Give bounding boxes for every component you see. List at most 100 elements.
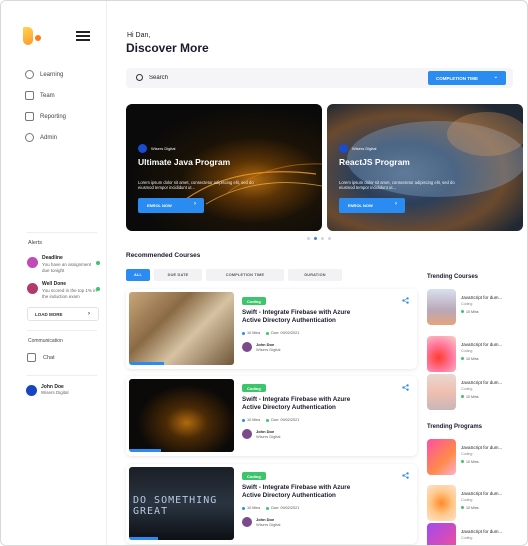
trending-duration: 10 Mins [461, 506, 479, 510]
trending-category: Coding [461, 302, 473, 306]
trending-courses-title: Trending Courses [427, 274, 479, 280]
trending-duration: 10 Mins [461, 460, 479, 464]
course-meta: 10 Mins Due: 09/02/2021 [242, 418, 299, 422]
unread-dot [96, 261, 100, 265]
trending-thumbnail [427, 289, 456, 325]
trending-category: Coding [461, 387, 473, 391]
reporting-icon [25, 112, 34, 121]
load-more-button[interactable]: LOAD MORE › [27, 307, 99, 321]
publisher-avatar [339, 144, 348, 153]
trending-title: JavaScript for dum... [461, 491, 503, 496]
duration-text: 10 Mins [466, 506, 479, 510]
search-input[interactable] [149, 72, 349, 84]
course-author: John Doe Wisers Digital [242, 517, 280, 527]
avatar [242, 517, 252, 527]
trending-thumbnail [427, 439, 456, 475]
course-title: Swift - Integrate Firebase with Azure Ac… [242, 396, 351, 411]
course-title: Swift - Integrate Firebase with Azure Ac… [242, 309, 351, 324]
duration: 10 Mins [242, 331, 260, 335]
divider [27, 330, 97, 331]
course-card[interactable]: Coding Swift - Integrate Firebase with Az… [126, 289, 417, 369]
completion-time-dropdown[interactable]: COMPLETION TIME ⌄ [428, 71, 506, 85]
sidebar-item-label: Team [40, 92, 55, 99]
enrol-label: ENROL NOW [348, 203, 373, 208]
carousel-dot[interactable] [307, 237, 310, 240]
publisher-name: Wisers Digital [352, 146, 377, 151]
due-date: Due: 09/02/2021 [266, 506, 299, 510]
due-text: Due: 09/02/2021 [271, 506, 300, 510]
trending-item[interactable]: JavaScript for dum... Coding 10 Mins [427, 374, 522, 412]
sidebar-nav: Learning Team Reporting Admin [25, 64, 66, 148]
course-card[interactable]: Coding Swift - Integrate Firebase with Az… [126, 376, 417, 456]
sidebar-item-admin[interactable]: Admin [25, 127, 66, 148]
trending-item[interactable]: JavaScript for dum... Coding 10 Mins [427, 289, 522, 327]
avatar [242, 429, 252, 439]
publisher: Wisers Digital [138, 144, 175, 153]
load-more-label: LOAD MORE [35, 311, 63, 317]
sidebar: Learning Team Reporting Admin Alerts Dea… [1, 1, 107, 545]
unread-dot [96, 287, 100, 291]
author-org: Wisers Digital [256, 522, 281, 527]
duration-text: 10 Mins [466, 357, 479, 361]
carousel-dot[interactable] [328, 237, 331, 240]
tab-due-date[interactable]: DUE DATE [154, 269, 202, 281]
trending-item[interactable]: JavaScript for dum... Coding 10 Mins [427, 485, 522, 523]
progress-bar [129, 362, 164, 365]
user-org: Wisers Digital [41, 390, 69, 395]
trending-duration: 10 Mins [461, 310, 479, 314]
carousel-dots [307, 237, 331, 240]
sidebar-item-chat[interactable]: Chat [27, 353, 55, 362]
course-card[interactable]: DO SOMETHING GREAT Coding Swift - Integrat… [126, 464, 417, 544]
tab-all[interactable]: ALL [126, 269, 150, 281]
duration-text: 10 Mins [466, 310, 479, 314]
chevron-down-icon: ⌄ [493, 74, 498, 80]
share-icon[interactable] [402, 472, 409, 479]
banner-description: Lorem ipsum dolor sit amet, consectetur … [339, 180, 455, 190]
sidebar-item-team[interactable]: Team [25, 85, 66, 106]
duration-dot [461, 460, 464, 463]
enrol-now-button[interactable]: ENROL NOW › [138, 198, 204, 213]
tab-completion-time[interactable]: COMPLETION TIME [206, 269, 284, 281]
trending-category: Coding [461, 349, 473, 353]
course-author: John Doe Wisers Digital [242, 342, 280, 352]
carousel-dot[interactable] [314, 237, 317, 240]
trending-duration: 10 Mins [461, 395, 479, 399]
communication-title: Communication [28, 338, 63, 344]
duration-dot [461, 395, 464, 398]
trending-item[interactable]: JavaScript for dum... Coding 10 Mins [427, 336, 522, 374]
greeting: Hi Dan, [127, 32, 151, 39]
sidebar-item-reporting[interactable]: Reporting [25, 106, 66, 127]
alert-item[interactable]: Well Done You scored in the top 1% in the… [27, 281, 100, 299]
chevron-right-icon: › [395, 201, 397, 207]
author-org: Wisers Digital [256, 434, 281, 439]
duration-dot [461, 310, 464, 313]
duration-dot [242, 506, 245, 510]
trending-thumbnail [427, 374, 456, 410]
tab-duration[interactable]: DURATION [288, 269, 342, 281]
chevron-right-icon: › [88, 311, 90, 317]
sidebar-item-learning[interactable]: Learning [25, 64, 66, 85]
trending-item[interactable]: JavaScript for dum... Coding [427, 523, 522, 545]
course-meta: 10 Mins Due: 09/02/2021 [242, 331, 299, 335]
share-icon[interactable] [402, 384, 409, 391]
program-banner[interactable]: Wisers Digital Ultimate Java Program Lor… [126, 104, 322, 231]
alert-item[interactable]: Deadline You have an assignment due tonig… [27, 255, 100, 273]
menu-icon[interactable] [76, 31, 90, 41]
user-profile[interactable]: John Doe Wisers Digital [26, 385, 69, 396]
course-thumbnail [129, 292, 234, 365]
due-text: Due: 09/02/2021 [271, 418, 300, 422]
program-banner[interactable]: Wisers Digital ReactJS Program Lorem ips… [327, 104, 523, 231]
trending-item[interactable]: JavaScript for dum... Coding 10 Mins [427, 439, 522, 477]
alert-avatar [27, 257, 38, 268]
app-window: Learning Team Reporting Admin Alerts Dea… [0, 0, 528, 546]
publisher-avatar [138, 144, 147, 153]
trending-duration: 10 Mins [461, 357, 479, 361]
share-icon[interactable] [402, 297, 409, 304]
chevron-right-icon: › [194, 201, 196, 207]
enrol-now-button[interactable]: ENROL NOW › [339, 198, 405, 213]
course-title: Swift - Integrate Firebase with Azure Ac… [242, 484, 351, 499]
carousel-dot[interactable] [321, 237, 324, 240]
publisher-name: Wisers Digital [151, 146, 176, 151]
search-icon [136, 74, 143, 81]
trending-thumbnail [427, 485, 456, 521]
